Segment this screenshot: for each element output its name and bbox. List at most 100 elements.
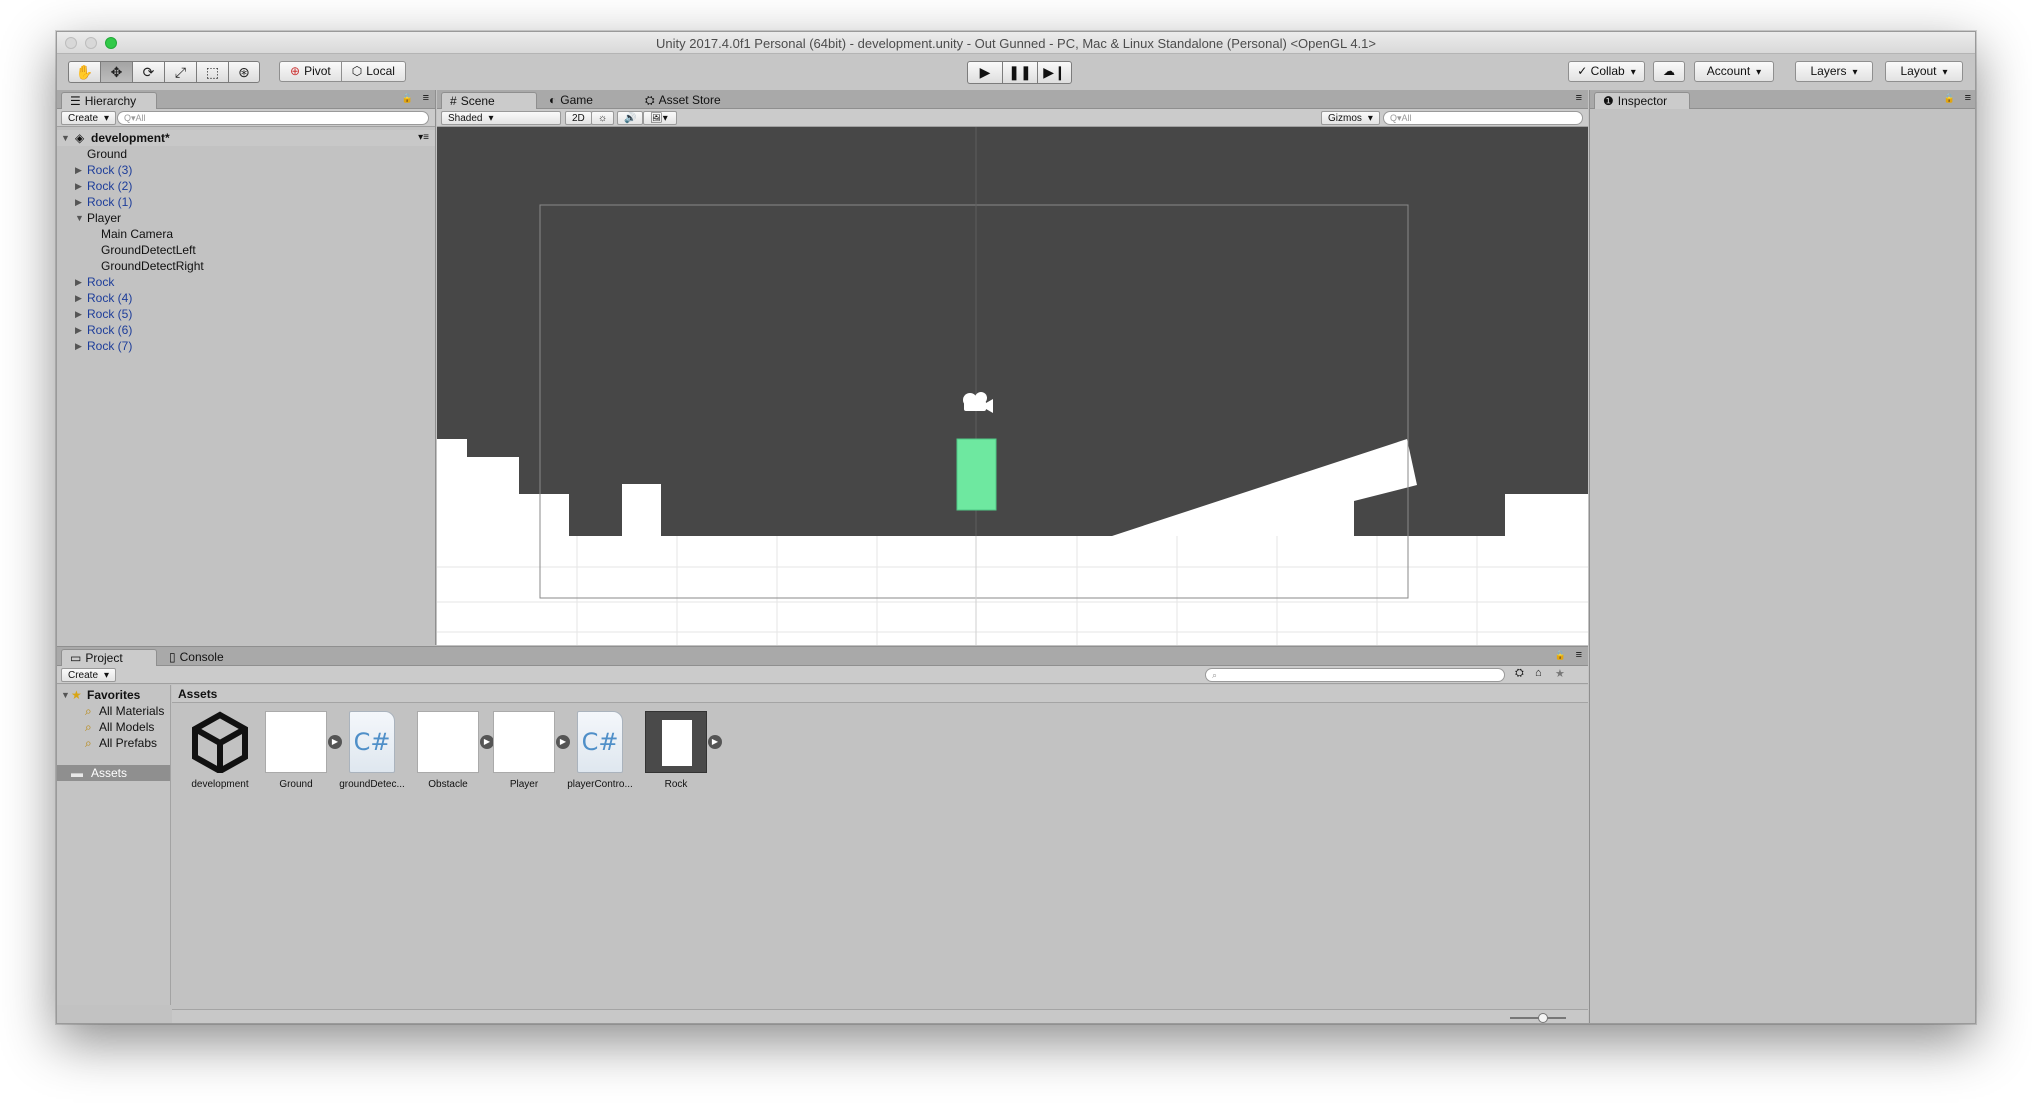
hierarchy-item-groundright[interactable]: GroundDetectRight [57,258,435,274]
hierarchy-item-rock-7[interactable]: ▶ Rock (7) [57,338,435,354]
item-label: Rock [87,275,115,289]
gizmos-dropdown[interactable]: Gizmos [1321,111,1380,125]
effects-dropdown-icon[interactable]: 🖼▾ [643,111,677,125]
expand-arrow-icon[interactable]: ▶ [75,322,82,338]
panel-menu-icon[interactable]: ≡ [423,92,429,104]
hierarchy-item-rock[interactable]: ▶ Rock [57,274,435,290]
collab-button[interactable]: ✓ Collab [1568,61,1645,82]
hierarchy-item-rock-4[interactable]: ▶ Rock (4) [57,290,435,306]
collapse-arrow-icon[interactable]: ▼ [61,687,70,703]
zoom-slider-handle[interactable] [1538,1013,1548,1023]
transform-tool-icon[interactable]: ⊛ [228,61,260,83]
hierarchy-item-rock-1[interactable]: ▶ Rock (1) [57,194,435,210]
tab-scene[interactable]: # Scene [441,92,537,109]
collapse-arrow-icon[interactable]: ▼ [75,210,84,226]
asset-groundDetect[interactable]: C# groundDetec... [336,711,408,790]
assets-folder-row[interactable]: ▬ Assets [57,765,170,781]
expand-arrow-icon[interactable]: ▶ [75,162,82,178]
hierarchy-item-main-camera[interactable]: Main Camera [57,226,435,242]
move-tool-icon[interactable]: ✥ [100,61,132,83]
pivot-button[interactable]: ⊕ Pivot [279,61,341,82]
layout-dropdown[interactable]: Layout [1885,61,1963,82]
project-create-label: Create [68,670,99,681]
item-label: GroundDetectLeft [101,243,196,257]
lock-icon[interactable]: 🔒 [1944,93,1955,104]
toggle-2d-button[interactable]: 2D [565,111,592,125]
pause-button[interactable]: ❚❚ [1002,61,1037,84]
tab-console[interactable]: ▯ Console [161,649,232,666]
collab-label: Collab [1590,64,1625,78]
panel-menu-icon[interactable]: ≡ [1965,92,1971,104]
hierarchy-create-button[interactable]: Create [61,111,117,125]
hierarchy-item-ground[interactable]: Ground [57,146,435,162]
hierarchy-item-player[interactable]: ▼ Player [57,210,435,226]
tab-hierarchy[interactable]: ☰ Hierarchy [61,92,157,109]
favorites-row[interactable]: ▼ ★ Favorites [57,687,170,703]
expand-arrow-icon[interactable]: ▶ [75,178,82,194]
hierarchy-search-input[interactable]: Q▾All [117,111,429,125]
game-icon: ◐ [549,93,557,107]
fav-all-materials[interactable]: ⌕ All Materials [57,703,170,719]
transform-tools: ✋ ✥ ⟳ ⤢ ⬚ ⊛ [68,61,260,83]
tab-game[interactable]: ◐ Game [541,92,601,109]
rect-tool-icon[interactable]: ⬚ [196,61,228,83]
audio-toggle-icon[interactable]: 🔊 [617,111,644,125]
tab-project[interactable]: ▭ Project [61,649,157,666]
project-create-button[interactable]: Create [61,668,117,682]
scene-search-input[interactable]: Q▾All [1383,111,1583,125]
hierarchy-item-rock-6[interactable]: ▶ Rock (6) [57,322,435,338]
expand-arrow-icon[interactable]: ▶ [75,290,82,306]
filter-by-type-icon[interactable]: ⛭ [1515,667,1524,680]
hierarchy-item-rock-5[interactable]: ▶ Rock (5) [57,306,435,322]
asset-ground[interactable]: ▶ Ground [260,711,342,790]
layers-dropdown[interactable]: Layers [1795,61,1873,82]
play-button[interactable]: ▶ [967,61,1002,84]
step-button[interactable]: ▶❙ [1037,61,1072,84]
filter-by-label-icon[interactable]: ⌂ [1535,667,1542,679]
asset-development[interactable]: development [184,711,256,790]
fav-all-models[interactable]: ⌕ All Models [57,719,170,735]
cloud-button[interactable]: ☁ [1653,61,1685,82]
expand-arrow-icon[interactable]: ▶ [75,338,82,354]
account-dropdown[interactable]: Account [1694,61,1774,82]
asset-playerController[interactable]: C# playerContro... [564,711,636,790]
lock-icon[interactable]: 🔒 [1555,650,1566,661]
pivot-label: Pivot [304,64,331,78]
project-search-input[interactable]: ⌕ [1205,668,1505,682]
rotate-tool-icon[interactable]: ⟳ [132,61,164,83]
cloud-icon: ☁ [1663,64,1675,78]
hand-tool-icon[interactable]: ✋ [68,61,100,83]
local-button[interactable]: ⬡ Local [340,61,406,82]
project-folder-tree: ▼ ★ Favorites ⌕ All Materials ⌕ All Models… [57,685,171,1005]
hierarchy-item-rock-2[interactable]: ▶ Rock (2) [57,178,435,194]
scene-root-row[interactable]: ▼ ◈ development* ▾≡ [57,130,435,146]
expand-arrow-icon[interactable]: ▶ [75,274,82,290]
expand-arrow-icon[interactable]: ▶ [75,306,82,322]
tab-asset-store[interactable]: ⛭ Asset Store [637,92,729,109]
inspector-panel: ❶ Inspector 🔒 ≡ [1589,90,1975,1023]
lighting-toggle-icon[interactable]: ☼ [591,111,615,125]
lock-icon[interactable]: 🔒 [402,93,413,104]
asset-rock[interactable]: ▶ Rock [640,711,722,790]
expand-prefab-icon[interactable]: ▶ [708,735,722,749]
favorite-star-icon[interactable]: ★ [1555,667,1565,680]
panel-menu-icon[interactable]: ≡ [1576,92,1582,104]
scale-tool-icon[interactable]: ⤢ [164,61,196,83]
expand-arrow-icon[interactable]: ▶ [75,194,82,210]
hierarchy-item-groundleft[interactable]: GroundDetectLeft [57,242,435,258]
scene-viewport[interactable] [437,127,1588,645]
collapse-arrow-icon[interactable]: ▼ [61,130,70,146]
tab-inspector[interactable]: ❶ Inspector [1594,92,1690,109]
fav-all-prefabs[interactable]: ⌕ All Prefabs [57,735,170,751]
hierarchy-item-rock-3[interactable]: ▶ Rock (3) [57,162,435,178]
breadcrumb: Assets [172,685,1588,703]
shading-mode-dropdown[interactable]: Shaded [441,111,561,125]
asset-player[interactable]: ▶ Player [488,711,570,790]
asset-obstacle[interactable]: ▶ Obstacle [412,711,494,790]
pivot-icon: ⊕ [290,64,301,78]
scene-menu-icon[interactable]: ▾≡ [418,130,429,146]
unity-scene-icon: ◈ [75,131,85,145]
hierarchy-panel: ☰Hierarchy 🔒 ≡ Create Q▾All ▼ ◈ developm… [57,90,436,645]
panel-menu-icon[interactable]: ≡ [1576,649,1582,661]
breadcrumb-assets[interactable]: Assets [178,687,217,701]
